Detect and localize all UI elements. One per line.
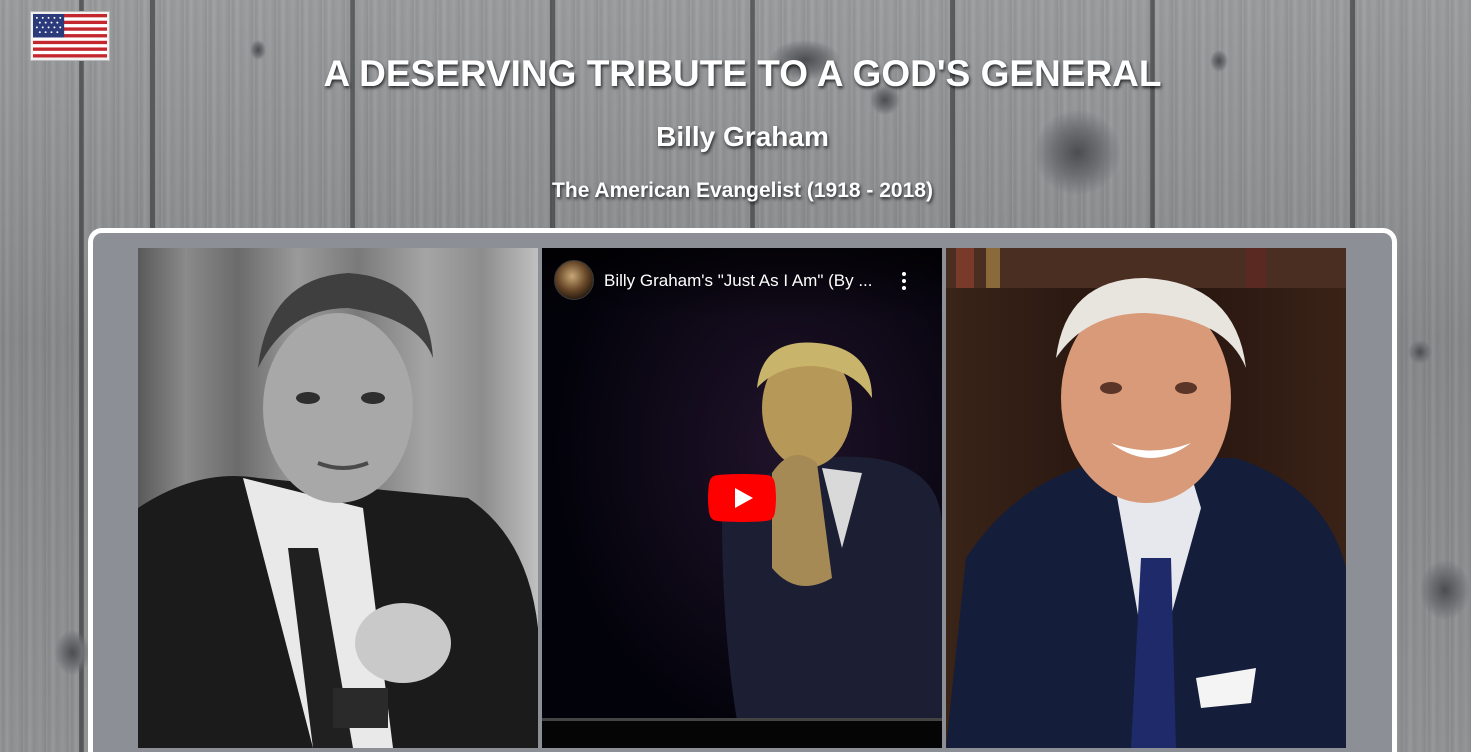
wood-knot bbox=[1408, 340, 1432, 364]
page-title: A DESERVING TRIBUTE TO A GOD'S GENERAL bbox=[323, 53, 1162, 94]
channel-avatar[interactable] bbox=[554, 260, 594, 300]
video-title[interactable]: Billy Graham's "Just As I Am" (By ... bbox=[604, 270, 904, 292]
video-progress-track bbox=[542, 718, 942, 721]
wood-knot bbox=[55, 630, 90, 675]
portrait-photo-bw bbox=[138, 248, 538, 748]
more-dot bbox=[902, 286, 906, 290]
more-vert-icon[interactable] bbox=[894, 268, 914, 294]
page-tagline: The American Evangelist (1918 - 2018) bbox=[552, 179, 933, 202]
youtube-play-icon[interactable] bbox=[708, 474, 776, 522]
portrait-photo-color bbox=[946, 248, 1346, 748]
youtube-video-embed[interactable]: Billy Graham's "Just As I Am" (By ... bbox=[542, 248, 942, 748]
gallery-panel: Billy Graham's "Just As I Am" (By ... bbox=[88, 228, 1397, 752]
page-subtitle: Billy Graham bbox=[656, 121, 829, 152]
more-dot bbox=[902, 272, 906, 276]
wood-knot bbox=[1420, 560, 1470, 620]
more-dot bbox=[902, 279, 906, 283]
